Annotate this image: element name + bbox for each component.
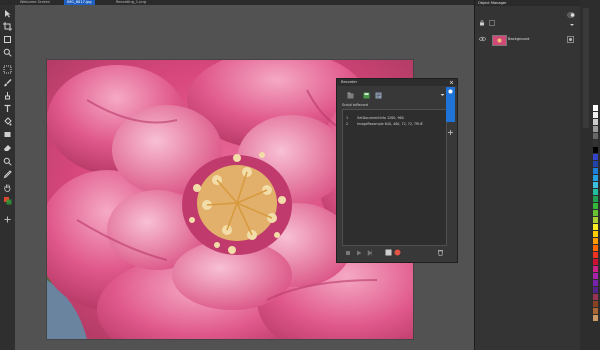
side-add-icon[interactable] — [447, 129, 454, 137]
row-number: 2 — [346, 122, 349, 126]
play-icon[interactable] — [356, 250, 362, 257]
lock-icon[interactable] — [479, 20, 485, 27]
palette-swatch[interactable] — [593, 231, 598, 237]
palette-swatch[interactable] — [593, 203, 598, 209]
crop-tool-icon[interactable] — [3, 22, 12, 31]
palette-swatch[interactable] — [593, 210, 598, 216]
layer-mask-icon[interactable] — [567, 36, 574, 44]
palette-swatch[interactable] — [593, 217, 598, 223]
row-number: 1 — [346, 116, 349, 120]
panel-menu-icon[interactable] — [569, 22, 575, 29]
left-toolbar — [0, 5, 16, 350]
palette-swatch[interactable] — [593, 259, 598, 265]
step-icon[interactable] — [367, 250, 373, 257]
palette-swatch[interactable] — [593, 140, 598, 146]
magnifier-tool-icon[interactable] — [3, 157, 12, 166]
palette-swatch[interactable] — [593, 189, 598, 195]
recorder-side-tabs — [446, 87, 455, 147]
eraser-tool-icon[interactable] — [3, 143, 12, 152]
object-manager-panel: Object Manager Background — [474, 0, 581, 350]
shape-tool-icon[interactable] — [3, 130, 12, 139]
layer-name: Background — [508, 37, 530, 41]
pointer-tool-icon[interactable] — [3, 9, 12, 18]
palette-swatch[interactable] — [593, 238, 598, 244]
hand-tool-icon[interactable] — [3, 183, 12, 192]
eyedropper-tool-icon[interactable] — [3, 170, 12, 179]
palette-swatch[interactable] — [593, 112, 598, 118]
palette-swatch[interactable] — [593, 266, 598, 272]
palette-swatch[interactable] — [593, 133, 598, 139]
recorder-panel: Recorder Script toRecord 1 SetDocumentIn… — [336, 78, 458, 263]
palette-swatch[interactable] — [593, 301, 598, 307]
script-properties-icon[interactable] — [375, 92, 382, 100]
pause-icon[interactable] — [385, 249, 392, 257]
stop-icon[interactable] — [345, 250, 351, 257]
clone-tool-icon[interactable] — [3, 91, 12, 100]
recorder-title-bar: Recorder — [337, 79, 457, 86]
object-manager-title-bar: Object Manager — [475, 0, 581, 6]
delete-icon[interactable] — [437, 249, 444, 257]
list-item[interactable]: 1 SetDocumentInfo 1280, 960 — [346, 116, 404, 120]
palette-swatch[interactable] — [593, 252, 598, 258]
palette-swatch[interactable] — [593, 168, 598, 174]
palette-swatch[interactable] — [593, 224, 598, 230]
open-script-icon[interactable] — [347, 92, 354, 100]
palette-swatch[interactable] — [593, 147, 598, 153]
color-swatch-icon[interactable] — [3, 196, 12, 205]
recorded-commands-list[interactable]: 1 SetDocumentInfo 1280, 960 2 ImageResam… — [342, 109, 447, 246]
palette-swatch[interactable] — [593, 154, 598, 160]
row-command: ImageResample 640, 480, 72, 72, TRUE — [357, 122, 423, 126]
panel-menu-icon[interactable] — [440, 92, 445, 99]
list-item[interactable]: 2 ImageResample 640, 480, 72, 72, TRUE — [346, 122, 423, 126]
add-tool-icon[interactable] — [3, 215, 12, 224]
object-manager-title: Object Manager — [478, 1, 507, 5]
palette-swatch[interactable] — [593, 245, 598, 251]
palette-swatch[interactable] — [593, 287, 598, 293]
row-command: SetDocumentInfo 1280, 960 — [357, 116, 404, 120]
side-tab-recorder[interactable] — [446, 87, 455, 122]
palette-swatch[interactable] — [593, 273, 598, 279]
script-label: Script toRecord — [342, 103, 369, 107]
text-tool-icon[interactable] — [3, 104, 12, 113]
docker-side-tabs[interactable] — [583, 8, 589, 128]
palette-swatch[interactable] — [593, 119, 598, 125]
mask-tool-icon[interactable] — [3, 65, 12, 74]
recorder-title: Recorder — [341, 80, 358, 84]
palette-swatch[interactable] — [593, 182, 598, 188]
palette-swatch[interactable] — [593, 196, 598, 202]
visibility-eye-icon[interactable] — [479, 36, 486, 43]
transform-tool-icon[interactable] — [3, 35, 12, 44]
layer-options-icon[interactable] — [489, 20, 495, 27]
zoom-tool-icon[interactable] — [3, 48, 12, 57]
toggle-icon[interactable] — [567, 12, 575, 19]
palette-swatch[interactable] — [593, 280, 598, 286]
palette-swatch[interactable] — [593, 175, 598, 181]
layer-thumbnail — [492, 35, 507, 46]
color-palette-bar — [580, 0, 600, 350]
layer-row-background[interactable]: Background — [479, 35, 575, 46]
palette-swatch[interactable] — [593, 126, 598, 132]
fill-tool-icon[interactable] — [3, 117, 12, 126]
brush-tool-icon[interactable] — [3, 78, 12, 87]
record-icon[interactable] — [394, 249, 401, 257]
palette-swatch[interactable] — [593, 294, 598, 300]
palette-swatch[interactable] — [593, 105, 598, 111]
save-script-icon[interactable] — [363, 92, 370, 100]
palette-swatch[interactable] — [593, 308, 598, 314]
palette-swatch[interactable] — [593, 161, 598, 167]
palette-swatch[interactable] — [593, 315, 598, 321]
